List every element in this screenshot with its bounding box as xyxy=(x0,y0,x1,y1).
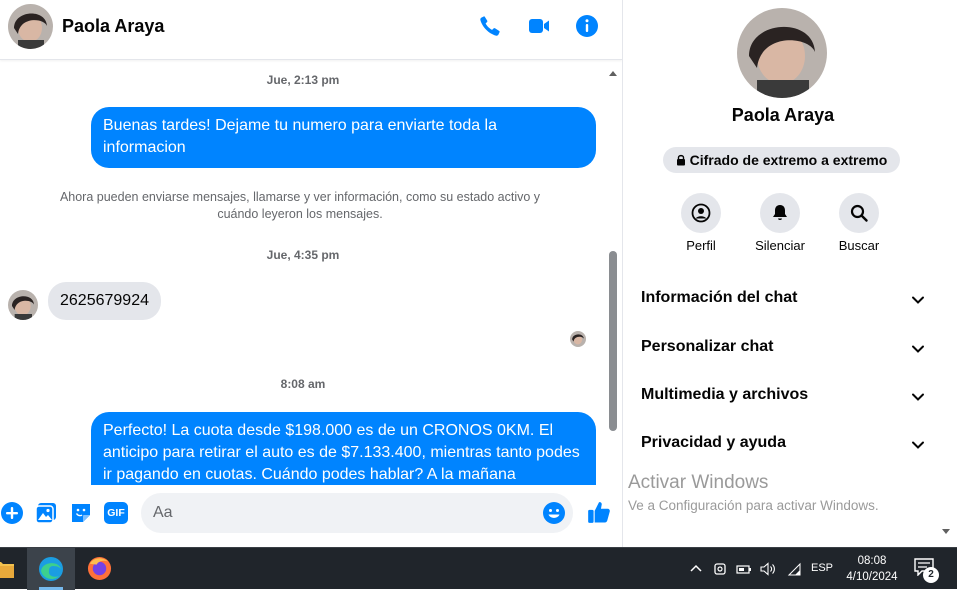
chevron-down-icon xyxy=(912,345,924,353)
emoji-icon[interactable] xyxy=(542,501,566,525)
scroll-up-arrow-icon[interactable] xyxy=(608,69,618,77)
encryption-label: Cifrado de extremo a extremo xyxy=(689,152,888,168)
meet-now-icon[interactable] xyxy=(713,561,727,577)
scroll-thumb[interactable] xyxy=(609,251,617,431)
mute-action-label: Silenciar xyxy=(755,238,805,253)
section-label: Multimedia y archivos xyxy=(641,386,809,403)
outgoing-message[interactable]: Perfecto! La cuota desde $198.000 es de … xyxy=(91,412,596,485)
volume-icon[interactable] xyxy=(760,561,776,577)
thumbs-up-icon[interactable] xyxy=(586,499,612,525)
windows-taskbar: ESP 08:08 4/10/2024 2 xyxy=(0,547,957,590)
profile-icon xyxy=(691,203,711,223)
wifi-icon[interactable] xyxy=(786,561,802,577)
read-receipt-avatar xyxy=(570,331,586,347)
section-customize-chat[interactable]: Personalizar chat xyxy=(641,334,926,364)
system-message: Ahora pueden enviarse mensajes, llamarse… xyxy=(59,190,541,221)
encryption-badge[interactable]: Cifrado de extremo a extremo xyxy=(663,147,900,173)
firefox-icon xyxy=(87,556,112,581)
notification-center-button[interactable]: 2 xyxy=(914,558,940,583)
message-timestamp: Jue, 4:35 pm xyxy=(266,248,340,262)
clock-date: 4/10/2024 xyxy=(846,571,898,583)
message-input[interactable] xyxy=(153,493,533,533)
taskbar-file-explorer[interactable] xyxy=(0,548,18,590)
sticker-icon[interactable] xyxy=(69,501,93,525)
edge-browser-icon xyxy=(39,557,63,581)
mute-action-circle xyxy=(760,193,800,233)
chevron-down-icon xyxy=(912,296,924,304)
message-timestamp: 8:08 am xyxy=(280,377,326,391)
battery-icon[interactable] xyxy=(736,561,752,577)
video-camera-icon[interactable] xyxy=(527,14,551,38)
search-icon xyxy=(850,204,868,222)
message-input-wrapper xyxy=(141,493,573,533)
watermark-subtitle: Ve a Configuración para activar Windows. xyxy=(628,498,879,513)
language-indicator[interactable]: ESP xyxy=(811,562,833,578)
incoming-message[interactable]: 2625679924 xyxy=(48,282,161,320)
profile-action-label: Perfil xyxy=(686,238,716,253)
section-privacy-help[interactable]: Privacidad y ayuda xyxy=(641,430,926,460)
info-panel-name: Paola Araya xyxy=(731,105,835,125)
profile-action-circle xyxy=(681,193,721,233)
message-list[interactable]: Jue, 2:13 pm Buenas tardes! Dejame tu nu… xyxy=(0,61,606,485)
taskbar-firefox[interactable] xyxy=(75,548,123,590)
search-action[interactable]: Buscar xyxy=(819,193,899,253)
search-action-circle xyxy=(839,193,879,233)
tray-overflow-chevron-icon[interactable] xyxy=(689,561,703,577)
section-chat-info[interactable]: Información del chat xyxy=(641,285,926,315)
section-label: Información del chat xyxy=(641,289,798,306)
contact-avatar[interactable] xyxy=(8,4,53,49)
chevron-down-icon xyxy=(912,441,924,449)
message-timestamp: Jue, 2:13 pm xyxy=(266,73,340,87)
activate-windows-watermark: Activar Windows Ve a Configuración para … xyxy=(628,472,879,513)
info-icon[interactable] xyxy=(575,14,599,38)
plus-icon[interactable] xyxy=(0,501,24,525)
outgoing-message[interactable]: Buenas tardes! Dejame tu numero para env… xyxy=(91,107,596,168)
chat-header: Paola Araya xyxy=(0,0,622,60)
taskbar-edge[interactable] xyxy=(27,548,75,590)
mute-action[interactable]: Silenciar xyxy=(740,193,820,253)
photo-icon[interactable] xyxy=(34,501,58,525)
contact-message-avatar xyxy=(8,290,38,320)
chat-scrollbar[interactable] xyxy=(606,61,620,485)
chat-pane: Paola Araya Jue, 2:13 pm Buenas tardes! … xyxy=(0,0,622,547)
messenger-window: Paola Araya Jue, 2:13 pm Buenas tardes! … xyxy=(0,0,957,547)
notification-count-badge: 2 xyxy=(923,567,939,583)
contact-name[interactable]: Paola Araya xyxy=(62,16,164,37)
section-media-files[interactable]: Multimedia y archivos xyxy=(641,382,926,412)
chevron-down-icon xyxy=(912,393,924,401)
info-panel-avatar[interactable] xyxy=(737,8,827,98)
search-action-label: Buscar xyxy=(838,238,880,253)
chat-info-panel: Paola Araya Cifrado de extremo a extremo… xyxy=(622,0,957,547)
phone-icon[interactable] xyxy=(478,14,502,38)
lock-icon xyxy=(676,154,685,166)
gif-icon[interactable]: GIF xyxy=(104,502,128,524)
composer: GIF xyxy=(0,485,622,547)
bell-icon xyxy=(773,205,787,220)
clock-time: 08:08 xyxy=(857,555,887,567)
profile-action[interactable]: Perfil xyxy=(661,193,741,253)
watermark-title: Activar Windows xyxy=(628,472,769,493)
taskbar-clock[interactable]: 08:08 4/10/2024 xyxy=(838,553,906,585)
scroll-down-arrow-icon[interactable] xyxy=(941,528,951,536)
section-label: Personalizar chat xyxy=(641,338,774,355)
folder-icon xyxy=(0,562,14,578)
section-label: Privacidad y ayuda xyxy=(641,434,786,451)
